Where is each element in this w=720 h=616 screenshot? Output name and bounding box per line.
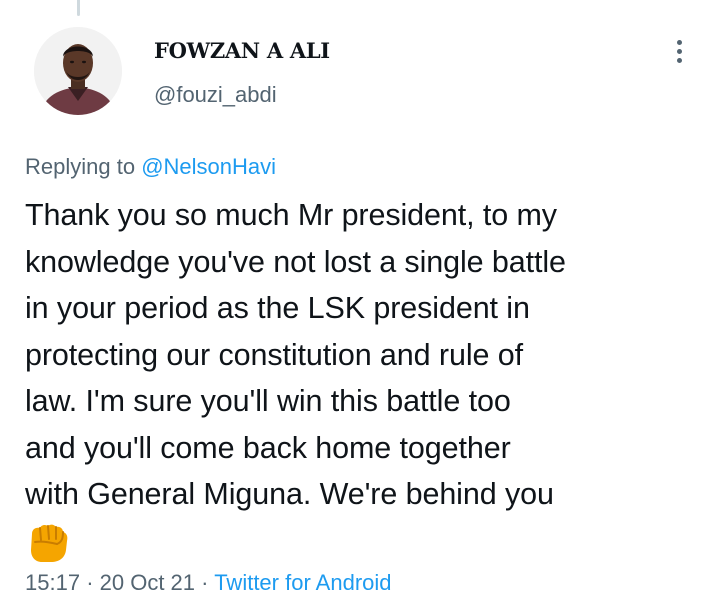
tweet-time[interactable]: 15:17	[25, 570, 80, 595]
tweet-text-line: with General Miguna. We're behind you	[25, 477, 554, 511]
avatar-portrait	[34, 27, 122, 115]
tweet-text-line: knowledge you've not lost a single battl…	[25, 244, 566, 279]
meta-separator: ·	[201, 570, 209, 595]
tweet-text-line: in your period as the LSK president in	[25, 291, 530, 325]
replying-prefix: Replying to	[25, 154, 136, 179]
tweet-text-line: law. I'm sure you'll win this battle too	[25, 384, 511, 418]
replying-to-link[interactable]: @NelsonHavi	[141, 154, 276, 179]
more-options-icon[interactable]	[664, 36, 694, 66]
avatar[interactable]	[34, 27, 122, 115]
author-name[interactable]: FOWZAN A ALI	[154, 38, 330, 63]
dot	[676, 48, 682, 54]
tweet-text-line: and you'll come back home together	[25, 430, 511, 465]
tweet-text: Thank you so much Mr president, to my kn…	[25, 192, 705, 518]
tweet-source-link[interactable]: Twitter for Android	[214, 570, 391, 595]
tweet-text-line: protecting our constitution and rule of	[25, 337, 523, 372]
dot	[676, 57, 682, 63]
tweet-meta: 15:17 · 20 Oct 21 · Twitter for Android	[25, 570, 392, 596]
author-handle[interactable]: @fouzi_abdi	[154, 82, 277, 108]
tweet-text-line: Thank you so much Mr president, to my	[25, 198, 557, 232]
meta-separator: ·	[86, 570, 94, 595]
oncoming-fist-emoji	[31, 524, 68, 562]
thread-connector-line	[77, 0, 80, 16]
replying-to: Replying to @NelsonHavi	[25, 154, 276, 180]
tweet-date[interactable]: 20 Oct 21	[100, 570, 195, 595]
dot	[676, 39, 682, 45]
